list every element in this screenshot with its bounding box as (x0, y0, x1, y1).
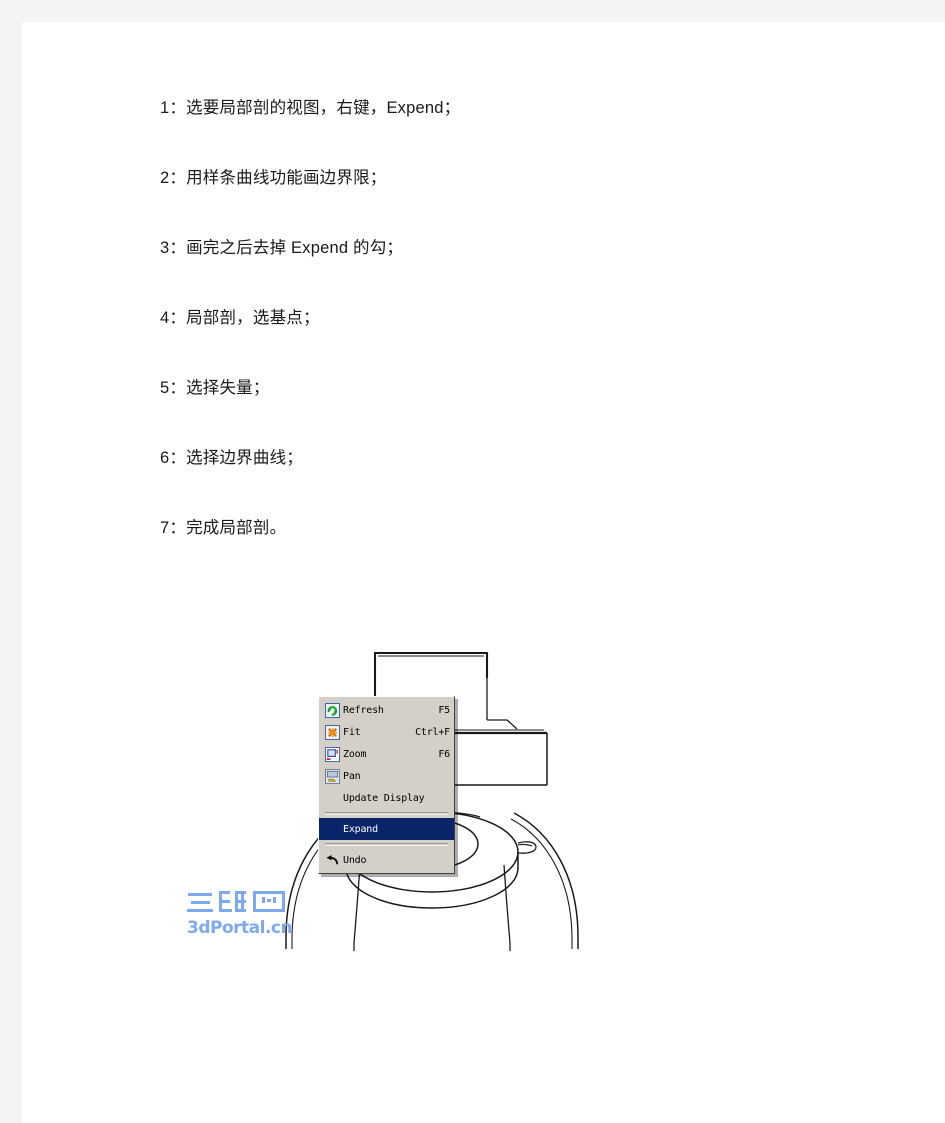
icon-slot-empty (321, 789, 343, 807)
pan-icon (321, 767, 343, 785)
menu-label: Fit (343, 726, 361, 738)
document-page: 1：选要局部剖的视图，右键，Expend； 2：用样条曲线功能画边界限； 3：画… (22, 22, 945, 1123)
context-menu[interactable]: Refresh F5 Fit Ctrl+F Zoom F6 Pan Update… (318, 696, 455, 874)
instruction-line: 4：局部剖，选基点； (160, 309, 320, 327)
menu-label: Undo (343, 854, 367, 866)
fit-icon (321, 723, 343, 741)
menu-label: Refresh (343, 704, 384, 716)
watermark-text: 3dPortal.cn (187, 918, 291, 938)
icon-slot-empty (321, 820, 343, 838)
menu-separator (325, 843, 448, 846)
menu-item-update-display[interactable]: Update Display (319, 787, 454, 809)
menu-shortcut: F6 (438, 748, 450, 760)
refresh-icon (321, 701, 343, 719)
menu-label: Pan (343, 770, 361, 782)
instruction-line: 5：选择失量； (160, 379, 270, 397)
menu-item-zoom[interactable]: Zoom F6 (319, 743, 454, 765)
menu-shortcut: F5 (438, 704, 450, 716)
menu-label: Update Display (343, 792, 425, 804)
menu-item-expand[interactable]: Expand (319, 818, 454, 840)
instruction-line: 1：选要局部剖的视图，右键，Expend； (160, 99, 461, 117)
menu-label: Zoom (343, 748, 367, 760)
zoom-icon (321, 745, 343, 763)
instruction-line: 2：用样条曲线功能画边界限； (160, 169, 387, 187)
instruction-list: 1：选要局部剖的视图，右键，Expend； 2：用样条曲线功能画边界限； 3：画… (160, 100, 800, 590)
instruction-line: 7：完成局部剖。 (160, 519, 287, 537)
menu-item-pan[interactable]: Pan (319, 765, 454, 787)
instruction-line: 3：画完之后去掉 Expend 的勾； (160, 239, 404, 257)
menu-item-undo[interactable]: Undo (319, 849, 454, 871)
menu-label: Expand (343, 823, 378, 835)
instruction-line: 6：选择边界曲线； (160, 449, 303, 467)
menu-shortcut: Ctrl+F (415, 726, 450, 738)
menu-item-fit[interactable]: Fit Ctrl+F (319, 721, 454, 743)
watermark-logo: 3dPortal.cn (187, 888, 293, 940)
watermark-graphic: 3dPortal.cn (187, 891, 293, 938)
menu-item-refresh[interactable]: Refresh F5 (319, 699, 454, 721)
undo-icon (321, 851, 343, 869)
menu-separator (325, 812, 448, 815)
